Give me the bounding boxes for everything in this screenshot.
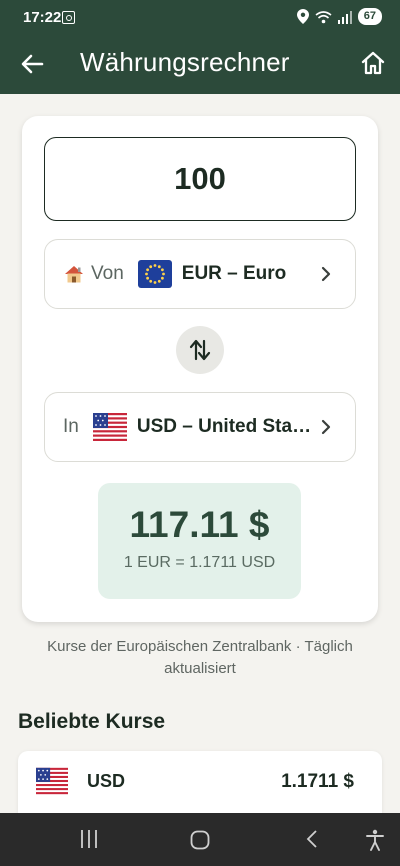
chevron-right-icon (321, 419, 331, 435)
us-flag-icon (92, 413, 127, 441)
to-currency-select[interactable]: In USD – United States Dollar (44, 392, 356, 462)
wifi-icon (315, 10, 332, 23)
status-time: 17:22 (23, 9, 62, 26)
accessibility-icon[interactable] (366, 829, 384, 851)
home-icon[interactable] (360, 50, 386, 76)
from-currency-code: EUR – Euro (181, 263, 287, 284)
to-label: In (63, 416, 79, 437)
screenshot-icon (62, 11, 75, 24)
page-title: Währungsrechner (80, 47, 290, 77)
rate-value: 1.1711 $ (281, 771, 354, 792)
converter-card: 100 Von EUR – Euro In USD – United State… (22, 116, 378, 622)
eu-flag-icon (137, 260, 172, 288)
from-currency-select[interactable]: Von EUR – Euro (44, 239, 356, 309)
status-icons: 67 (296, 8, 382, 25)
rate-row-usd[interactable]: USD 1.1711 $ (18, 751, 382, 813)
result-amount: 117.11 $ (129, 504, 270, 545)
system-navigation-bar (0, 813, 400, 866)
exchange-rate-text: 1 EUR = 1.1711 USD (123, 554, 276, 571)
back-nav-icon[interactable] (305, 829, 319, 849)
home-nav-icon[interactable] (190, 830, 210, 850)
us-flag-icon (36, 767, 68, 795)
swap-icon (189, 339, 211, 361)
rate-currency-code: USD (87, 771, 126, 791)
to-currency-code: USD – United States Dollar (136, 416, 317, 437)
location-icon (296, 9, 309, 24)
source-note: Kurse der Europäischen Zentralbank · Täg… (47, 638, 353, 677)
popular-rates-heading: Beliebte Kurse (18, 710, 166, 733)
status-bar: 17:22 67 (0, 0, 400, 34)
signal-icon (337, 10, 352, 24)
app-bar: Währungsrechner (0, 34, 400, 94)
back-arrow-icon[interactable] (18, 50, 46, 78)
swap-currencies-button[interactable] (176, 326, 224, 374)
chevron-right-icon (321, 266, 331, 282)
from-label: Von (91, 263, 124, 284)
amount-input[interactable]: 100 (44, 137, 356, 221)
conversion-result: 117.11 $ 1 EUR = 1.1711 USD (98, 483, 301, 599)
house-icon (65, 266, 83, 283)
recent-apps-icon[interactable] (80, 829, 98, 849)
battery-badge: 67 (357, 8, 382, 25)
